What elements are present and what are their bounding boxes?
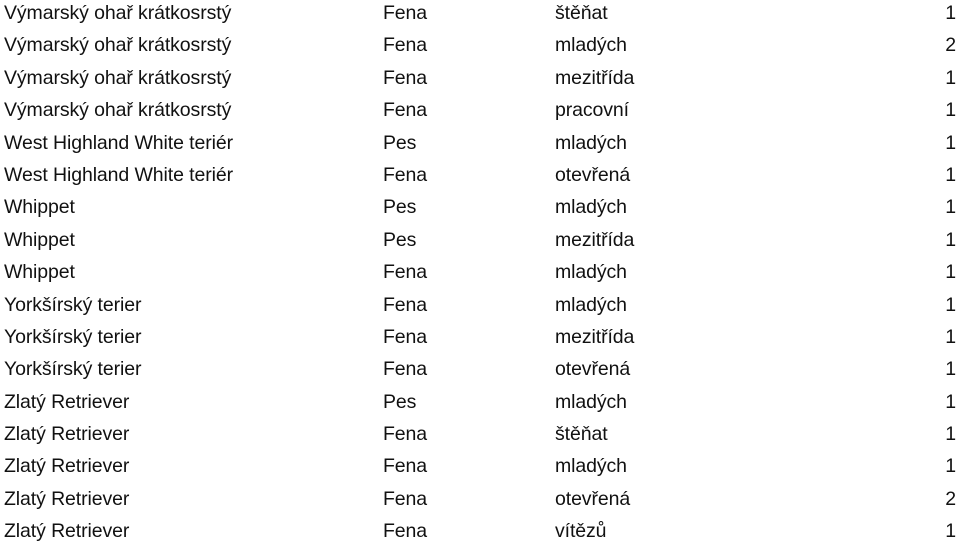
sex-cell: Pes: [383, 196, 417, 219]
sex-cell: Fena: [383, 99, 428, 122]
table-row: Whippet Pes mezitřída 1: [0, 227, 960, 259]
breed-cell: Výmarský ohař krátkosrstý: [4, 99, 232, 122]
table-row: Výmarský ohař krátkosrstý Fena pracovní …: [0, 97, 960, 129]
table-row: Zlatý Retriever Pes mladých 1: [0, 389, 960, 421]
class-cell: mladých: [555, 293, 627, 316]
breed-cell: Whippet: [4, 228, 75, 251]
count-cell: 1: [945, 423, 956, 446]
sex-cell: Pes: [383, 228, 417, 251]
class-cell: otevřená: [555, 487, 631, 510]
table-row: Výmarský ohař krátkosrstý Fena mezitřída…: [0, 65, 960, 97]
table-row: Zlatý Retriever Fena otevřená 2: [0, 486, 960, 518]
count-cell: 1: [945, 228, 956, 251]
sex-cell: Fena: [383, 34, 428, 57]
sex-cell: Fena: [383, 487, 428, 510]
sex-cell: Fena: [383, 520, 428, 543]
class-cell: mladých: [555, 34, 627, 57]
class-cell: mladých: [555, 261, 627, 284]
count-cell: 1: [945, 325, 956, 348]
table-row: Yorkšírský terier Fena mezitřída 1: [0, 324, 960, 356]
class-cell: otevřená: [555, 358, 631, 381]
sex-cell: Fena: [383, 293, 428, 316]
breed-cell: Výmarský ohař krátkosrstý: [4, 2, 232, 24]
breed-cell: Yorkšírský terier: [4, 325, 142, 348]
breed-cell: Zlatý Retriever: [4, 520, 130, 543]
table-row: Zlatý Retriever Fena vítězů 1: [0, 518, 960, 550]
breed-cell: Yorkšírský terier: [4, 293, 142, 316]
breed-cell: Výmarský ohař krátkosrstý: [4, 66, 232, 89]
breed-cell: Zlatý Retriever: [4, 423, 130, 446]
count-cell: 1: [945, 2, 956, 24]
breed-cell: Výmarský ohař krátkosrstý: [4, 34, 232, 57]
breed-cell: West Highland White teriér: [4, 163, 233, 186]
class-cell: mezitřída: [555, 228, 635, 251]
breed-cell: West Highland White teriér: [4, 131, 233, 154]
sex-cell: Fena: [383, 66, 428, 89]
sex-cell: Fena: [383, 325, 428, 348]
count-cell: 1: [945, 293, 956, 316]
count-cell: 1: [945, 358, 956, 381]
class-cell: mladých: [555, 196, 627, 219]
count-cell: 1: [945, 390, 956, 413]
sex-cell: Pes: [383, 131, 417, 154]
breed-cell: Whippet: [4, 261, 75, 284]
breed-cell: Zlatý Retriever: [4, 487, 130, 510]
table-row: Zlatý Retriever Fena mladých 1: [0, 453, 960, 485]
count-cell: 1: [945, 163, 956, 186]
count-cell: 1: [945, 66, 956, 89]
class-cell: mladých: [555, 455, 627, 478]
table-row: Whippet Pes mladých 1: [0, 194, 960, 226]
count-cell: 2: [945, 34, 956, 57]
count-cell: 1: [945, 261, 956, 284]
class-cell: mladých: [555, 131, 627, 154]
count-cell: 1: [945, 196, 956, 219]
class-cell: mezitřída: [555, 325, 635, 348]
class-cell: štěňat: [555, 423, 608, 446]
class-cell: vítězů: [555, 520, 607, 543]
table-row: Yorkšírský terier Fena mladých 1: [0, 292, 960, 324]
table-row: West Highland White teriér Pes mladých 1: [0, 130, 960, 162]
count-cell: 1: [945, 520, 956, 543]
table-row: Whippet Fena mladých 1: [0, 259, 960, 291]
class-cell: mladých: [555, 390, 627, 413]
count-cell: 1: [945, 99, 956, 122]
breed-cell: Whippet: [4, 196, 75, 219]
sex-cell: Fena: [383, 261, 428, 284]
count-cell: 1: [945, 455, 956, 478]
table-row: Zlatý Retriever Fena štěňat 1: [0, 421, 960, 453]
class-cell: mezitřída: [555, 66, 635, 89]
breed-cell: Zlatý Retriever: [4, 390, 130, 413]
table-row: West Highland White teriér Fena otevřená…: [0, 162, 960, 194]
entries-table: Výmarský ohař krátkosrstý Fena štěňat 1 …: [0, 0, 960, 551]
sex-cell: Pes: [383, 390, 417, 413]
table-row: Yorkšírský terier Fena otevřená 1: [0, 356, 960, 388]
count-cell: 2: [945, 487, 956, 510]
sex-cell: Fena: [383, 163, 428, 186]
sex-cell: Fena: [383, 423, 428, 446]
count-cell: 1: [945, 131, 956, 154]
sex-cell: Fena: [383, 2, 428, 24]
class-cell: štěňat: [555, 2, 608, 24]
sex-cell: Fena: [383, 455, 428, 478]
class-cell: otevřená: [555, 163, 631, 186]
class-cell: pracovní: [555, 99, 629, 122]
breed-cell: Zlatý Retriever: [4, 455, 130, 478]
breed-cell: Yorkšírský terier: [4, 358, 142, 381]
sex-cell: Fena: [383, 358, 428, 381]
table-row: Výmarský ohař krátkosrstý Fena mladých 2: [0, 32, 960, 64]
table-row: Výmarský ohař krátkosrstý Fena štěňat 1: [0, 0, 960, 32]
